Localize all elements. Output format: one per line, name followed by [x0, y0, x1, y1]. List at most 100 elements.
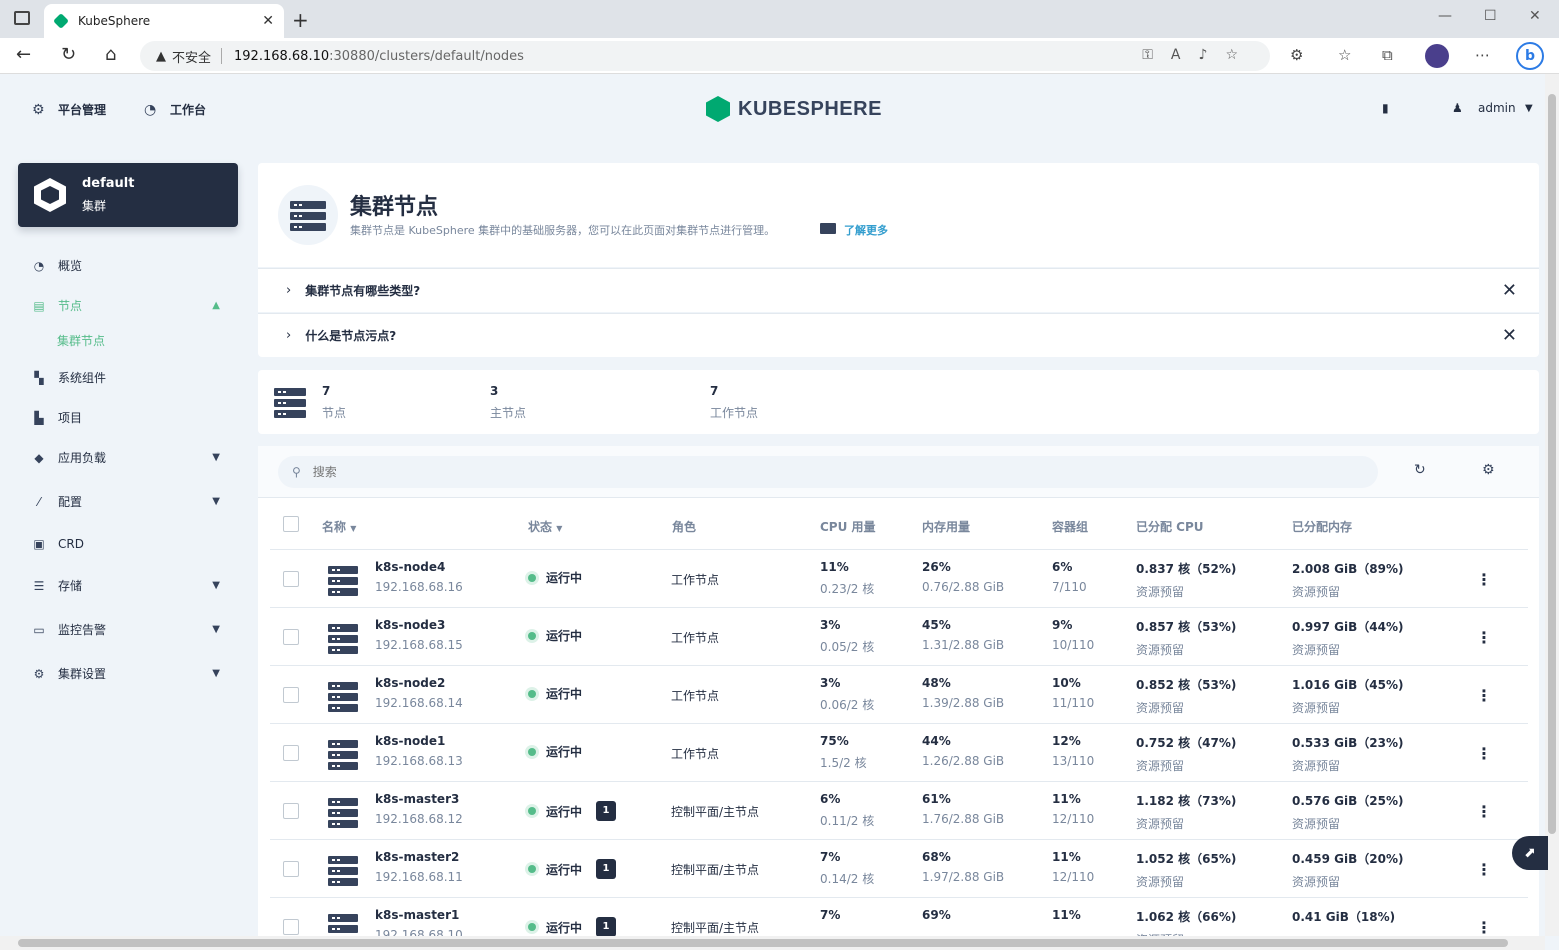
- table-row[interactable]: k8s-node4 192.168.68.16 运行中 工作节点 11% 0.23/2 核…: [270, 550, 1528, 608]
- search-input[interactable]: [312, 465, 1213, 479]
- gear-icon: ⚙: [32, 101, 45, 118]
- search-bar[interactable]: ⚲: [278, 456, 1378, 488]
- row-checkbox[interactable]: [283, 745, 299, 761]
- taint-badge[interactable]: 1: [596, 859, 617, 879]
- faq-item[interactable]: › 什么是节点污点? ✕: [258, 313, 1539, 357]
- sidebar-item-nodes[interactable]: ▤ 节点 ▲: [32, 297, 228, 314]
- more-actions-icon[interactable]: ⋮: [1476, 918, 1492, 937]
- close-icon[interactable]: ✕: [1502, 325, 1517, 346]
- sidebar-item-config[interactable]: ⁄ 配置 ▼: [32, 493, 228, 510]
- faq-item[interactable]: › 集群节点有哪些类型? ✕: [258, 268, 1539, 312]
- column-name[interactable]: 名称 ▼: [322, 518, 356, 535]
- column-status[interactable]: 状态 ▼: [528, 518, 562, 535]
- taint-badge[interactable]: 1: [596, 917, 617, 937]
- taint-badge[interactable]: 1: [596, 801, 617, 821]
- sidebar-item-storage[interactable]: ☰ 存储 ▼: [32, 577, 228, 594]
- tab-actions-icon[interactable]: [14, 11, 30, 25]
- kubesphere-logo[interactable]: KUBESPHERE: [706, 96, 882, 122]
- minimize-icon[interactable]: —: [1438, 8, 1452, 24]
- refresh-icon[interactable]: ↻: [1414, 462, 1426, 478]
- reload-icon[interactable]: ↻: [61, 44, 76, 65]
- more-actions-icon[interactable]: ⋮: [1476, 628, 1492, 647]
- node-name-link[interactable]: k8s-master3: [375, 792, 463, 806]
- toolbox-button[interactable]: ⬈: [1512, 836, 1548, 870]
- settings-icon[interactable]: ⚙: [1482, 462, 1495, 478]
- sidebar-item-crd[interactable]: ▣ CRD: [32, 537, 228, 551]
- pods-usage-detail: 12/110: [1052, 870, 1095, 884]
- url-field[interactable]: ▲ 不安全 192.168.68.10 :30880/clusters/defa…: [140, 41, 1270, 71]
- allocated-cpu: 0.752 核（47%) 资源预留: [1136, 734, 1236, 774]
- table-row[interactable]: k8s-node2 192.168.68.14 运行中 工作节点 3% 0.06/2 核 4…: [270, 666, 1528, 724]
- memory-usage: 44% 1.26/2.88 GiB: [922, 734, 1004, 768]
- row-checkbox[interactable]: [283, 629, 299, 645]
- node-name-link[interactable]: k8s-node2: [375, 676, 463, 690]
- cluster-card[interactable]: default 集群: [18, 163, 238, 227]
- gear-icon: ⚙: [33, 666, 45, 681]
- collections-icon[interactable]: ⧉: [1382, 46, 1393, 64]
- horizontal-scrollbar[interactable]: [0, 936, 1545, 950]
- node-name-link[interactable]: k8s-node3: [375, 618, 463, 632]
- browser-tab[interactable]: KubeSphere ✕: [44, 4, 284, 38]
- docs-icon[interactable]: ▮: [1382, 101, 1389, 115]
- vertical-scrollbar[interactable]: [1545, 74, 1559, 936]
- page-description: 集群节点是 KubeSphere 集群中的基础服务器，您可以在此页面对集群节点进…: [350, 224, 776, 237]
- sidebar-item-cluster-settings[interactable]: ⚙ 集群设置 ▼: [32, 665, 228, 682]
- memory-usage-value: 61%: [922, 792, 951, 806]
- sidebar-item-workloads[interactable]: ◆ 应用负载 ▼: [32, 449, 228, 466]
- scrollbar-thumb[interactable]: [1548, 94, 1556, 834]
- node-name-link[interactable]: k8s-master1: [375, 908, 463, 922]
- cpu-usage: 7%: [820, 908, 840, 922]
- row-checkbox[interactable]: [283, 687, 299, 703]
- pods-usage: 11% 12/110: [1052, 792, 1094, 826]
- row-checkbox[interactable]: [283, 861, 299, 877]
- user-name[interactable]: admin: [1478, 101, 1516, 115]
- sidebar-item-overview[interactable]: ◔ 概览: [32, 257, 228, 274]
- node-name-link[interactable]: k8s-master2: [375, 850, 463, 864]
- bing-icon[interactable]: b: [1516, 42, 1544, 70]
- workbench-menu[interactable]: ◔ 工作台: [144, 101, 206, 118]
- column-allocated-memory: 已分配内存: [1292, 520, 1353, 534]
- sidebar-item-projects[interactable]: ▙ 项目: [32, 409, 228, 426]
- url-action-icons[interactable]: ⚿A♪☆: [1142, 47, 1256, 63]
- more-actions-icon[interactable]: ⋮: [1476, 802, 1492, 821]
- table-row[interactable]: k8s-master2 192.168.68.11 运行中 1 控制平面/主节点 7% 0.…: [270, 840, 1528, 898]
- allocated-memory-detail: 资源预留: [1292, 817, 1341, 831]
- sidebar-item-monitoring[interactable]: ▭ 监控告警 ▼: [32, 621, 228, 638]
- table-row[interactable]: k8s-master3 192.168.68.12 运行中 1 控制平面/主节点 6% 0.…: [270, 782, 1528, 840]
- profile-avatar[interactable]: [1425, 44, 1449, 68]
- table-row[interactable]: k8s-node1 192.168.68.13 运行中 工作节点 75% 1.5/2 核 4…: [270, 724, 1528, 782]
- more-actions-icon[interactable]: ⋮: [1476, 860, 1492, 879]
- sidebar-item-components[interactable]: ▚ 系统组件: [32, 369, 228, 386]
- role-text: 控制平面/主节点: [671, 805, 760, 819]
- more-icon[interactable]: ⋯: [1475, 46, 1490, 64]
- more-actions-icon[interactable]: ⋮: [1476, 744, 1492, 763]
- dashboard-icon: ◔: [33, 258, 45, 273]
- caret-down-icon[interactable]: ▼: [1525, 103, 1533, 114]
- row-checkbox[interactable]: [283, 803, 299, 819]
- learn-more-link[interactable]: 了解更多: [844, 222, 888, 238]
- allocated-cpu: 0.852 核（53%) 资源预留: [1136, 676, 1236, 716]
- chevron-right-icon: ›: [286, 328, 292, 343]
- components-icon: ▚: [34, 370, 44, 385]
- row-checkbox[interactable]: [283, 919, 299, 935]
- close-tab-icon[interactable]: ✕: [262, 13, 274, 29]
- table-row[interactable]: k8s-node3 192.168.68.15 运行中 工作节点 3% 0.05/2 核 4…: [270, 608, 1528, 666]
- status-cell: 运行中: [528, 569, 582, 586]
- sidebar-subitem-cluster-nodes[interactable]: 集群节点: [57, 332, 105, 349]
- scrollbar-thumb[interactable]: [18, 939, 1508, 947]
- row-checkbox[interactable]: [283, 571, 299, 587]
- close-icon[interactable]: ✕: [1502, 280, 1517, 301]
- home-icon[interactable]: ⌂: [105, 44, 116, 65]
- back-icon[interactable]: ←: [16, 44, 31, 65]
- more-actions-icon[interactable]: ⋮: [1476, 570, 1492, 589]
- close-window-icon[interactable]: ✕: [1529, 8, 1541, 24]
- node-name-link[interactable]: k8s-node1: [375, 734, 463, 748]
- more-actions-icon[interactable]: ⋮: [1476, 686, 1492, 705]
- favorites-icon[interactable]: ☆: [1338, 46, 1351, 64]
- platform-menu[interactable]: ⚙ 平台管理: [32, 101, 106, 118]
- new-tab-icon[interactable]: +: [292, 8, 309, 32]
- maximize-icon[interactable]: ☐: [1484, 8, 1497, 24]
- select-all-checkbox[interactable]: [283, 516, 299, 532]
- node-name-link[interactable]: k8s-node4: [375, 560, 463, 574]
- extensions-icon[interactable]: ⚙: [1290, 46, 1303, 64]
